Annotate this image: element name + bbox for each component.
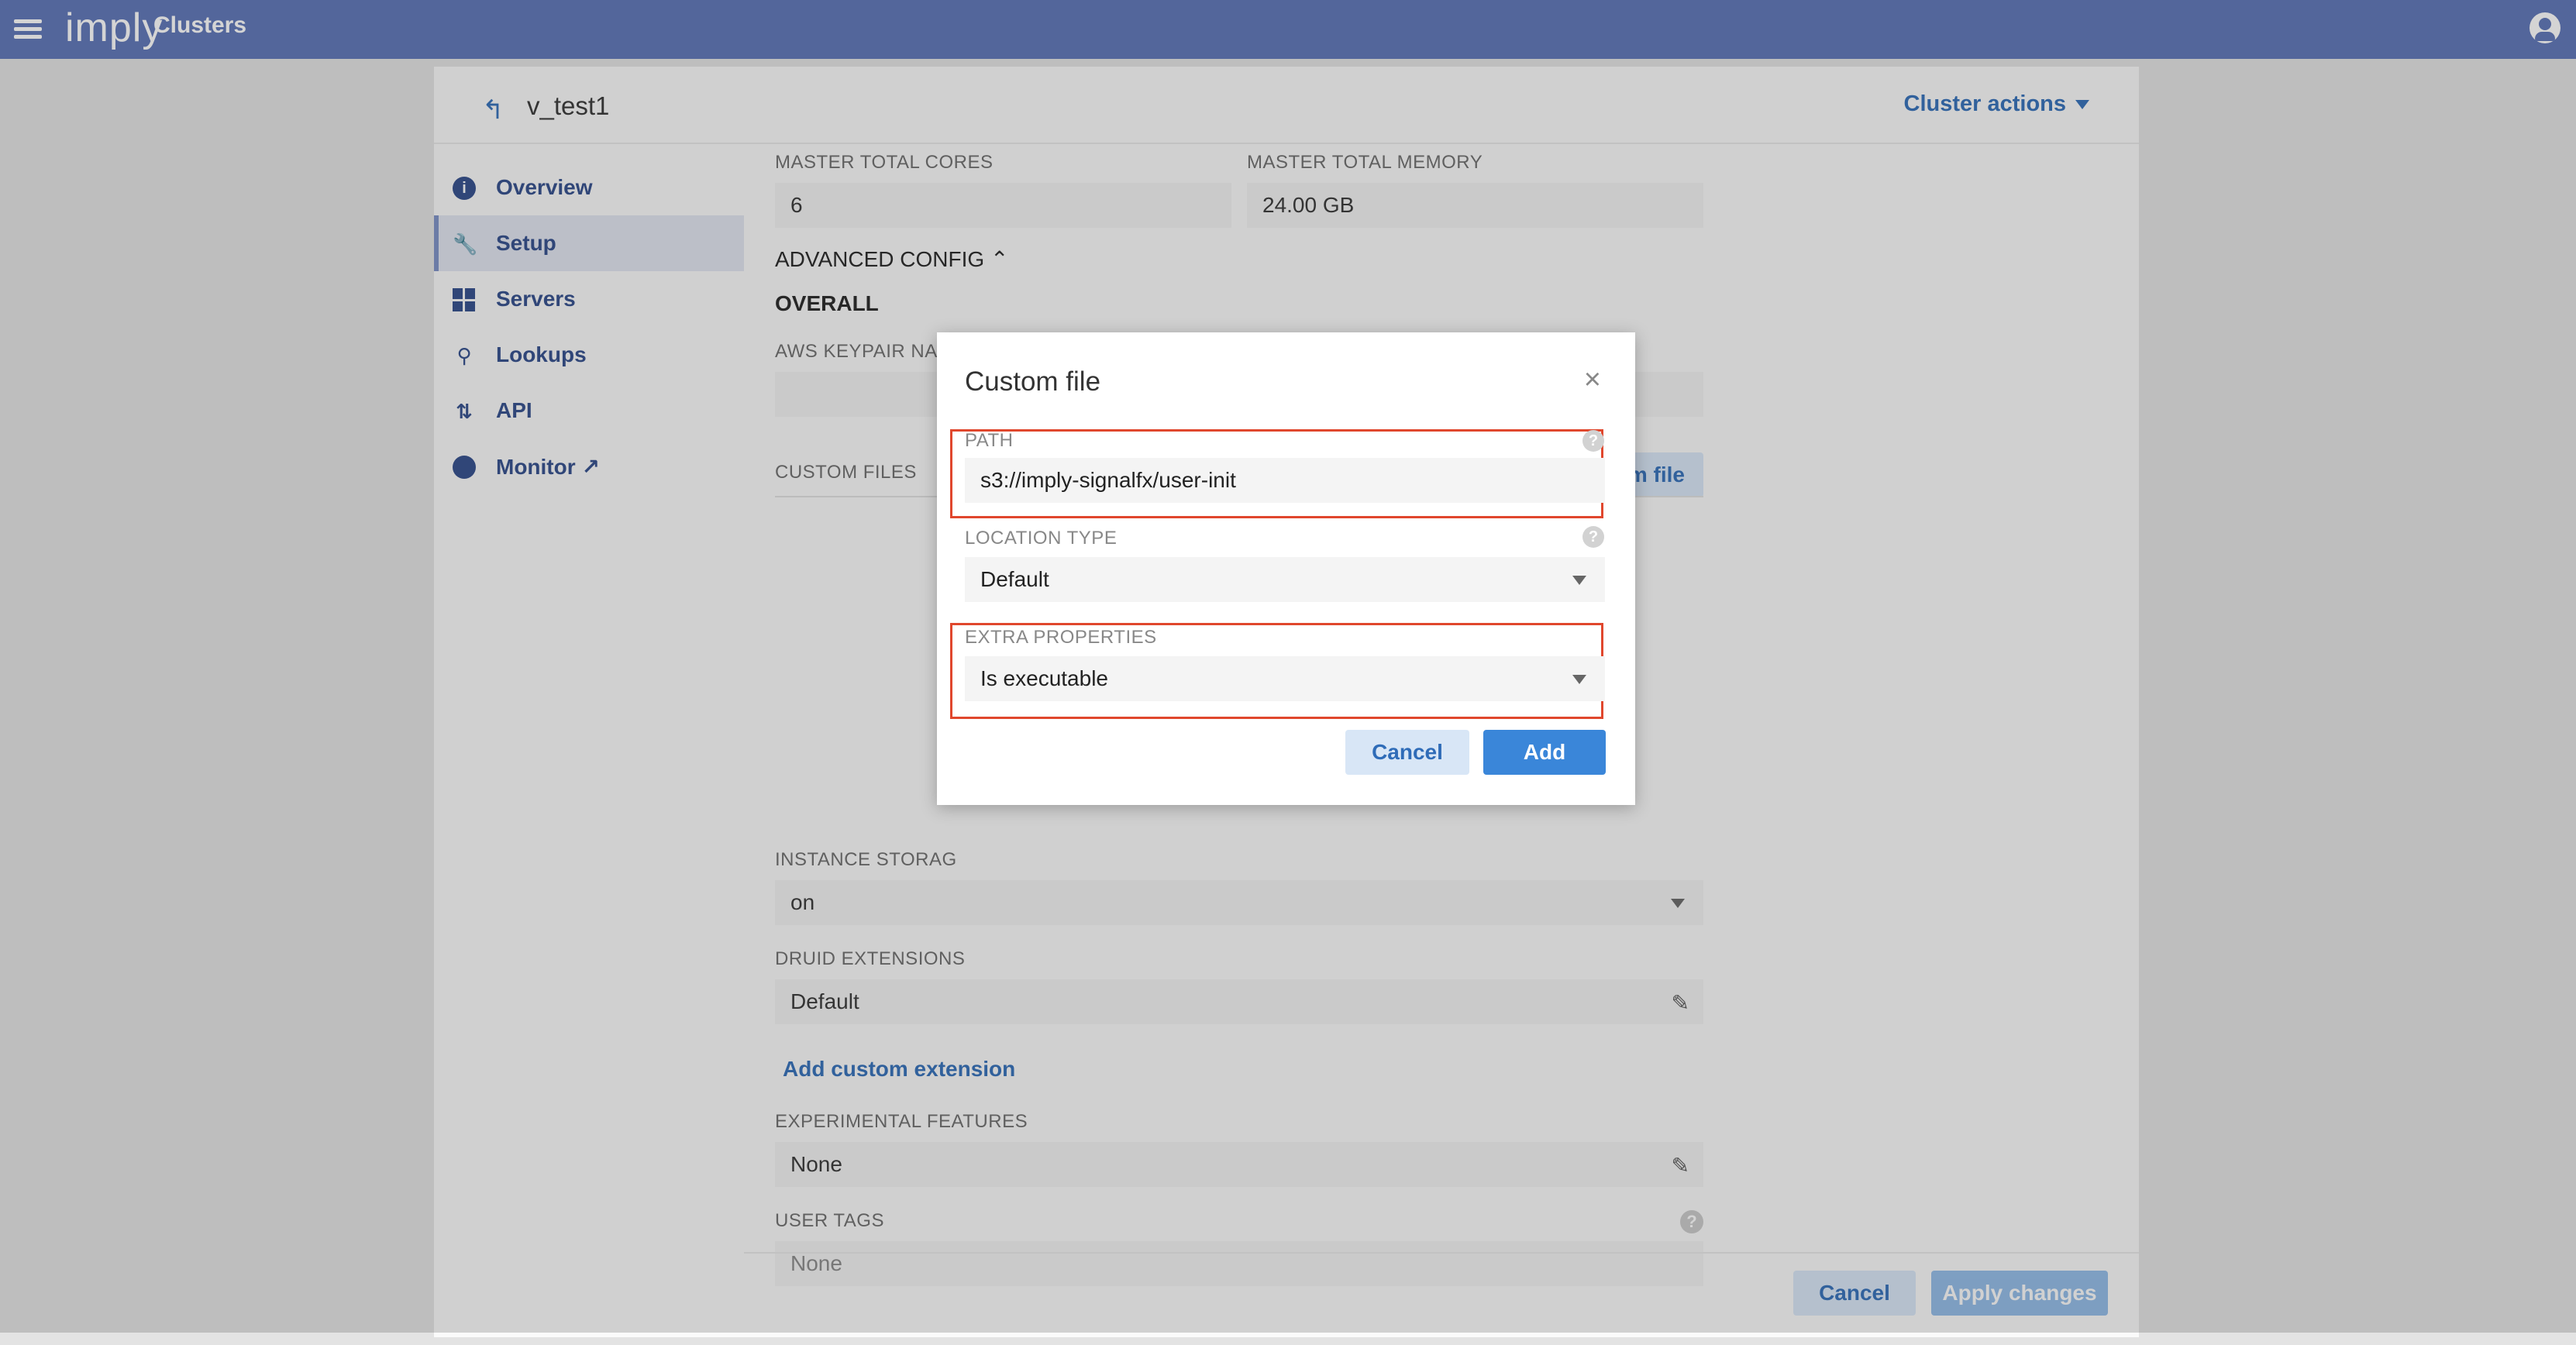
dialog-title: Custom file bbox=[965, 366, 1101, 397]
caret-down-icon bbox=[1572, 576, 1586, 585]
path-input[interactable]: s3://imply-signalfx/user-init bbox=[965, 458, 1605, 503]
help-icon[interactable]: ? bbox=[1582, 526, 1604, 548]
dialog-add-button[interactable]: Add bbox=[1483, 730, 1606, 775]
path-value: s3://imply-signalfx/user-init bbox=[980, 468, 1236, 492]
extra-properties-select[interactable]: Is executable bbox=[965, 656, 1605, 701]
extra-properties-value: Is executable bbox=[980, 666, 1108, 690]
extra-properties-label: EXTRA PROPERTIES bbox=[965, 627, 1157, 648]
help-icon[interactable]: ? bbox=[1582, 430, 1604, 452]
close-icon[interactable]: × bbox=[1584, 365, 1601, 394]
path-label: PATH bbox=[965, 430, 1014, 451]
caret-down-icon bbox=[1572, 675, 1586, 684]
custom-file-dialog: Custom file × PATH ? s3://imply-signalfx… bbox=[937, 332, 1635, 805]
location-type-label: LOCATION TYPE bbox=[965, 528, 1118, 549]
location-type-select[interactable]: Default bbox=[965, 557, 1605, 602]
dialog-cancel-button[interactable]: Cancel bbox=[1345, 730, 1469, 775]
location-type-value: Default bbox=[980, 567, 1049, 591]
